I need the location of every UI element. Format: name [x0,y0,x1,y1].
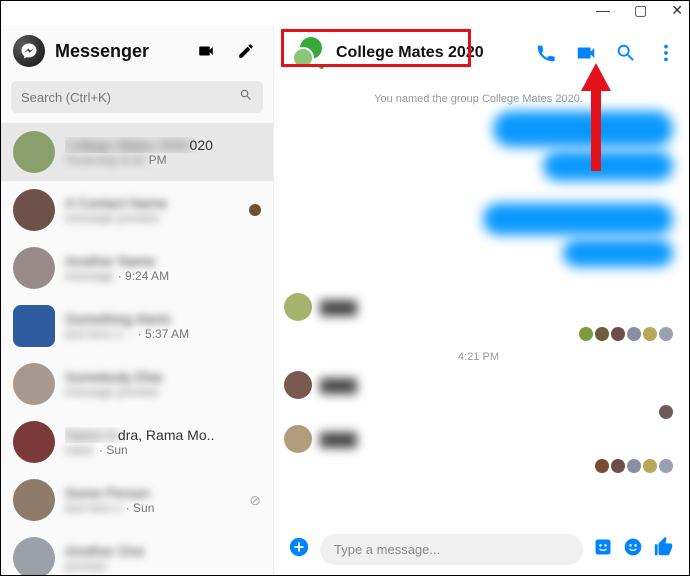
sent-message[interactable] [493,111,673,147]
conversation-item[interactable]: Name Indra, Rama Mo..nded. · Sun [1,413,273,471]
compose-button[interactable] [231,36,261,66]
search-bar[interactable] [11,81,263,113]
conversation-preview: text here o…· 5:37 AM [65,327,261,341]
read-receipt [659,405,673,419]
search-icon [239,88,253,107]
received-message[interactable]: ████ [284,293,673,321]
system-message: You named the group College Mates 2020. [284,93,673,105]
read-receipt [659,327,673,341]
conversation-list: College Mates 2020020Yesterday 8:15PMA C… [1,123,273,575]
sent-message[interactable] [563,239,673,267]
received-message[interactable]: ████ [284,371,673,399]
status-indicator [249,204,261,216]
conversation-preview: Yesterday 8:15PM [65,153,261,167]
read-receipt [579,327,593,341]
conversation-name: Something Alerts [65,311,261,327]
conversation-name: Somebody Else [65,369,261,385]
conversation-name: Another One [65,543,261,559]
video-call-sidebar-button[interactable] [191,36,221,66]
conversation-item[interactable]: Somebody Elsemessage preview [1,355,273,413]
chat-avatar[interactable] [292,37,324,69]
conversation-preview: text here n · Sun [65,501,239,515]
avatar [13,189,55,231]
read-receipt [643,459,657,473]
delivered-icon: ⊘ [249,492,261,509]
conversation-name: A Contact Name [65,195,239,211]
close-button[interactable]: ✕ [671,3,683,17]
messenger-logo [13,35,45,67]
time-divider: 4:21 PM [284,351,673,363]
emoji-button[interactable] [623,537,643,562]
chat-title[interactable]: College Mates 2020 [336,44,484,62]
read-receipt [643,327,657,341]
conversation-item[interactable]: College Mates 2020020Yesterday 8:15PM [1,123,273,181]
conversation-preview: message preview [65,385,261,399]
add-attachment-button[interactable] [288,536,310,563]
chat-body: You named the group College Mates 2020. … [274,81,689,524]
conversation-item[interactable]: Some Persontext here n · Sun ⊘ [1,471,273,529]
more-button[interactable] [655,42,677,64]
avatar [13,247,55,289]
read-receipt [611,459,625,473]
conversation-name: College Mates 2020020 [65,137,261,153]
received-message[interactable]: ████ [284,425,673,453]
read-receipt [595,327,609,341]
minimize-button[interactable]: — [596,3,610,17]
read-receipt [659,459,673,473]
voice-call-button[interactable] [535,42,557,64]
avatar [13,479,55,521]
conversation-preview: message· 9:24 AM [65,269,261,283]
chat-header: College Mates 2020 [274,25,689,81]
conversation-preview: preview [65,559,261,573]
conversation-name: Another Name [65,253,261,269]
conversation-item[interactable]: Another Onepreview [1,529,273,575]
sticker-button[interactable] [593,537,613,562]
conversation-item[interactable]: Something Alertstext here o…· 5:37 AM [1,297,273,355]
avatar [13,363,55,405]
search-input[interactable] [21,90,239,105]
avatar [13,537,55,575]
video-call-button[interactable] [575,42,597,64]
read-receipt [627,459,641,473]
conversation-name: Some Person [65,485,239,501]
read-receipt [611,327,625,341]
composer: Type a message... [274,524,689,575]
window-titlebar: — ▢ ✕ [1,1,689,25]
conversation-preview: message preview [65,211,239,225]
read-receipts [284,459,673,473]
read-receipt [595,459,609,473]
read-receipts [284,327,673,341]
conversation-item[interactable]: A Contact Namemessage preview [1,181,273,239]
sent-message[interactable] [543,151,673,181]
sidebar: Messenger College Mates 2020020Yesterday… [1,25,274,575]
read-receipt [627,327,641,341]
avatar [13,305,55,347]
message-input[interactable]: Type a message... [320,534,583,565]
maximize-button[interactable]: ▢ [634,3,647,17]
brand-title: Messenger [55,41,181,62]
conversation-preview: nded. · Sun [65,443,261,457]
sent-message[interactable] [483,203,673,235]
avatar [13,421,55,463]
avatar [13,131,55,173]
like-button[interactable] [653,536,675,563]
chat-panel: College Mates 2020 You named the group C… [274,25,689,575]
conversation-item[interactable]: Another Namemessage· 9:24 AM [1,239,273,297]
conversation-name: Name Indra, Rama Mo.. [65,427,261,443]
chat-search-button[interactable] [615,42,637,64]
